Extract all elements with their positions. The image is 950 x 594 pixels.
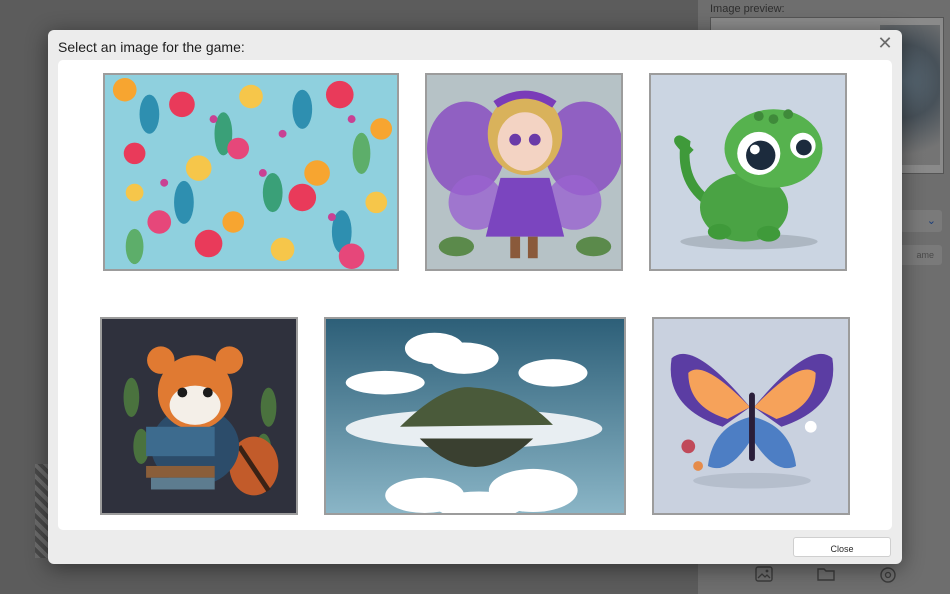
dragon-image xyxy=(651,75,845,269)
image-icon[interactable] xyxy=(754,566,774,586)
image-tile-floating-island[interactable] xyxy=(324,317,626,515)
floating-island-image xyxy=(326,319,624,513)
close-icon[interactable]: ✕ xyxy=(876,34,894,52)
image-tile-red-panda[interactable] xyxy=(100,317,298,515)
dialog-title: Select an image for the game: xyxy=(58,39,245,55)
image-tile-butterfly[interactable] xyxy=(652,317,850,515)
red-panda-image xyxy=(102,319,296,513)
butterfly-image xyxy=(654,319,848,513)
image-tile-dragon[interactable] xyxy=(649,73,847,271)
flower-pattern-image xyxy=(105,75,397,269)
chevron-down-icon: ⌄ xyxy=(926,215,936,227)
image-preview-label: Image preview: xyxy=(710,3,785,15)
bottom-toolbar xyxy=(740,566,920,590)
fairy-image xyxy=(427,75,621,269)
settings-icon[interactable] xyxy=(878,566,898,586)
image-gallery xyxy=(58,60,892,530)
background-dropdown[interactable]: ⌄ xyxy=(900,210,942,232)
image-tile-fairy[interactable] xyxy=(425,73,623,271)
select-image-dialog: Select an image for the game: ✕ Close xyxy=(48,30,902,564)
image-tile-flowers[interactable] xyxy=(103,73,399,271)
folder-icon[interactable] xyxy=(816,566,836,586)
close-button[interactable]: Close xyxy=(793,537,891,557)
